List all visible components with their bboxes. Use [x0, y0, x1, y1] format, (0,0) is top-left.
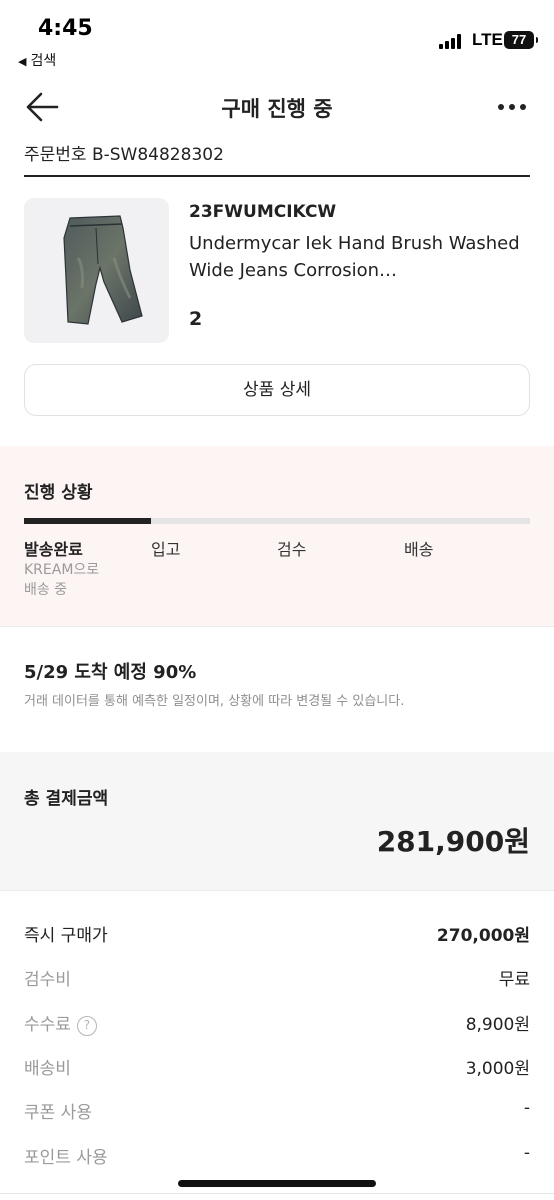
fee-value: 3,000원: [465, 1059, 530, 1079]
fee-value: 270,000원: [436, 926, 530, 946]
fee-row-coupon: 쿠폰 사용 -: [24, 1098, 530, 1128]
fee-label: 배송비: [24, 1059, 71, 1079]
step-warehousing: 입고: [151, 540, 181, 559]
question-circle-icon[interactable]: ?: [76, 1016, 97, 1036]
fee-value: 무료: [498, 970, 530, 990]
total-value: 281,900원: [376, 825, 530, 858]
order-number: 주문번호 B-SW84828302: [24, 145, 224, 165]
fee-label: 즉시 구매가: [24, 926, 108, 946]
arrival-note: 거래 데이터를 통해 예측한 일정이며, 상황에 따라 변경될 수 있습니다.: [24, 694, 405, 709]
product-name[interactable]: Undermycar Iek Hand Brush Washed Wide Je…: [189, 230, 529, 284]
divider: [0, 1193, 554, 1194]
fee-row-points: 포인트 사용 -: [24, 1143, 530, 1173]
status-bar: 4:45 ◀ 검색 LTE 77: [0, 0, 554, 72]
product-detail-button[interactable]: 상품 상세: [24, 364, 530, 416]
page-title: 구매 진행 중: [221, 97, 333, 121]
status-time: 4:45: [38, 16, 93, 41]
progress-section: 진행 상황 발송완료 입고 검수 배송 KREAM으로 배송 중: [0, 446, 554, 626]
back-to-app-link[interactable]: ◀ 검색: [18, 50, 56, 70]
fee-row-inspection: 검수비 무료: [24, 965, 530, 995]
progress-bar: [24, 518, 530, 524]
fee-label-wrap: 수수료?: [24, 1010, 97, 1036]
progress-bar-fill: [24, 518, 151, 524]
product-size: 2: [189, 308, 203, 330]
step-status-line-2: 배송 중: [24, 582, 68, 598]
arrival-estimate: 5/29 도착 예정 90%: [24, 662, 197, 683]
back-triangle-icon: ◀: [18, 55, 27, 68]
fee-label: 포인트 사용: [24, 1148, 108, 1168]
more-dots-icon[interactable]: [498, 94, 528, 118]
back-app-label: 검색: [30, 53, 57, 69]
home-indicator[interactable]: [178, 1180, 376, 1187]
fee-row-commission: 수수료? 8,900원: [24, 1010, 530, 1040]
step-inspection: 검수: [277, 540, 307, 559]
network-type: LTE: [472, 30, 503, 49]
step-delivery: 배송: [404, 540, 434, 559]
total-label: 총 결제금액: [24, 789, 109, 809]
product-image[interactable]: [24, 198, 169, 343]
step-status-line-1: KREAM으로: [24, 562, 100, 578]
battery-icon: 77: [504, 31, 538, 49]
progress-title: 진행 상황: [24, 483, 93, 503]
fee-value: -: [523, 1098, 530, 1118]
product-code: 23FWUMCIKCW: [189, 202, 337, 222]
step-status-note: KREAM으로 배송 중: [24, 560, 99, 600]
total-section: 총 결제금액 281,900원: [0, 752, 554, 890]
fee-label: 수수료: [24, 1015, 71, 1035]
signal-icon: [439, 33, 465, 49]
fee-label: 쿠폰 사용: [24, 1103, 92, 1123]
fee-row-shipping: 배송비 3,000원: [24, 1054, 530, 1084]
fee-row-buy-price: 즉시 구매가 270,000원: [24, 921, 530, 951]
nav-bar: 구매 진행 중: [0, 80, 554, 134]
divider: [24, 175, 530, 177]
divider: [0, 626, 554, 627]
step-shipped: 발송완료: [24, 540, 83, 559]
fee-label: 검수비: [24, 970, 71, 990]
fee-value: -: [523, 1143, 530, 1163]
divider: [0, 890, 554, 891]
fee-value: 8,900원: [465, 1015, 530, 1035]
